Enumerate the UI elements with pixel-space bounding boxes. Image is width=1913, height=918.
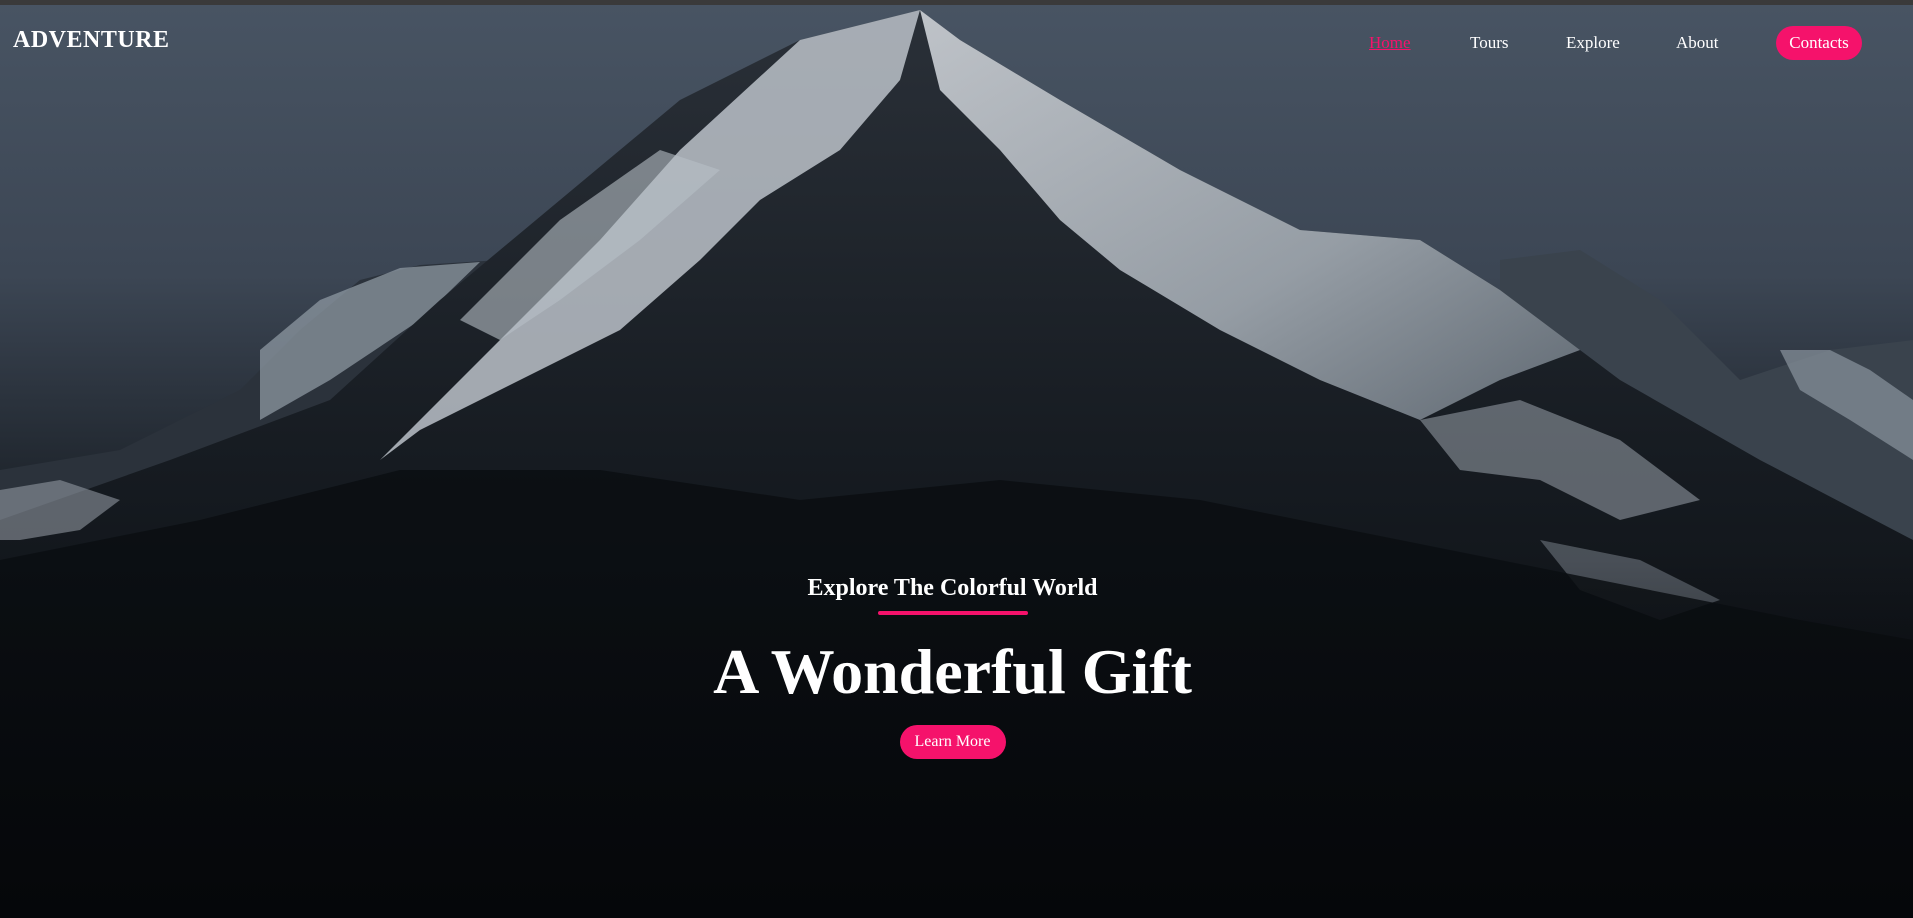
contacts-button[interactable]: Contacts <box>1776 26 1862 60</box>
hero-subtitle: Explore The Colorful World <box>807 575 1098 601</box>
navbar: ADVENTURE Home Tours Explore About Conta… <box>0 5 1913 85</box>
learn-more-button[interactable]: Learn More <box>899 725 1006 759</box>
nav-explore-link[interactable]: Explore <box>1566 33 1620 53</box>
hero-title: A Wonderful Gift <box>713 636 1192 707</box>
mountain-background-image <box>0 10 1913 918</box>
nav-tours-link[interactable]: Tours <box>1470 33 1508 53</box>
nav-about-link[interactable]: About <box>1676 33 1719 53</box>
subtitle-divider <box>877 611 1028 615</box>
hero-section: ADVENTURE Home Tours Explore About Conta… <box>0 0 1913 918</box>
hero-content: Explore The Colorful World A Wonderful G… <box>0 568 1905 759</box>
brand-logo[interactable]: ADVENTURE <box>13 27 170 54</box>
nav-home-link[interactable]: Home <box>1369 33 1411 53</box>
